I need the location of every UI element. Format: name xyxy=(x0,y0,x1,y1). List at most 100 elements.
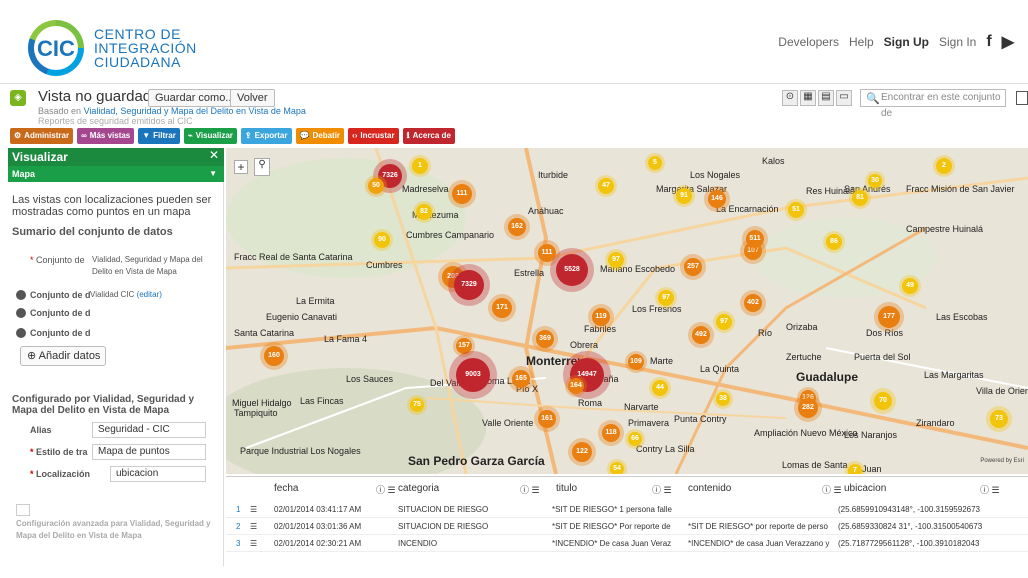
table-row[interactable]: 1 ☰ 02/01/2014 03:41:17 AM SITUACION DE RIE… xyxy=(226,501,1028,518)
help-link[interactable]: Help xyxy=(849,35,874,49)
page-view-icon[interactable]: ▭ xyxy=(836,90,852,106)
sign-in-link[interactable]: Sign In xyxy=(939,35,976,49)
map-cluster-marker[interactable]: 111 xyxy=(538,244,556,262)
alias-field[interactable]: Seguridad - CIC xyxy=(92,422,206,438)
close-icon[interactable]: ✕ xyxy=(209,148,219,162)
list-view-icon[interactable]: ▤ xyxy=(818,90,834,106)
map-cluster-marker[interactable]: 66 xyxy=(628,432,642,446)
map-cluster-marker[interactable]: 492 xyxy=(692,326,710,344)
remove-icon[interactable] xyxy=(16,308,26,318)
map-cluster-marker[interactable]: 70 xyxy=(874,392,892,410)
map-cluster-marker[interactable]: 54 xyxy=(610,462,624,474)
row-menu-icon[interactable]: ☰ xyxy=(250,535,262,552)
map-cluster-marker[interactable]: 282 xyxy=(798,398,818,418)
gallery-view-icon[interactable]: ⊙ xyxy=(782,90,798,106)
map-cluster-marker[interactable]: 97 xyxy=(716,314,732,330)
table-row[interactable]: 3 ☰ 02/01/2014 02:30:21 AM INCENDIO *INCENDI… xyxy=(226,535,1028,552)
col-fecha[interactable]: fecha xyxy=(274,483,298,494)
map-cluster-marker[interactable]: 511 xyxy=(746,230,764,248)
toolbar-button-2[interactable]: ▼ Filtrar xyxy=(138,128,180,144)
map-cluster-marker[interactable]: 165 xyxy=(512,370,530,388)
map-cluster-marker[interactable]: 82 xyxy=(416,204,432,220)
info-icon[interactable]: ⓘ ☰ xyxy=(822,483,842,496)
zoom-in-button[interactable]: + xyxy=(234,160,248,174)
map-cluster-marker[interactable]: 2 xyxy=(936,158,952,174)
map-cluster-marker[interactable]: 86 xyxy=(826,234,842,250)
info-icon[interactable]: ⓘ ☰ xyxy=(980,483,1000,496)
map-cluster-marker[interactable]: 118 xyxy=(602,424,620,442)
col-categoria[interactable]: categoria xyxy=(398,483,439,494)
toolbar-button-6[interactable]: ‹› Incrustar xyxy=(348,128,399,144)
toolbar-button-4[interactable]: ⇪ Exportar xyxy=(240,128,292,144)
chevron-down-icon[interactable]: ▼ xyxy=(209,169,217,178)
info-icon[interactable]: ⓘ ☰ xyxy=(652,483,672,496)
toolbar-button-7[interactable]: ℹ Acerca de xyxy=(402,128,455,144)
map-cluster-marker[interactable]: 90 xyxy=(374,232,390,248)
map-cluster-marker[interactable]: 73 xyxy=(990,410,1008,428)
map-cluster-marker[interactable]: 38 xyxy=(716,392,730,406)
developers-link[interactable]: Developers xyxy=(778,35,839,49)
map-cluster-marker[interactable]: 119 xyxy=(592,308,610,326)
table-row[interactable]: 2 ☰ 02/01/2014 03:01:36 AM SITUACION DE RIE… xyxy=(226,518,1028,535)
sign-up-link[interactable]: Sign Up xyxy=(884,35,929,49)
map-cluster-marker[interactable]: 30 xyxy=(868,174,882,188)
row-menu-icon[interactable]: ☰ xyxy=(250,518,262,535)
map-cluster-marker[interactable]: 47 xyxy=(598,178,614,194)
map-cluster-marker[interactable]: 1 xyxy=(412,158,428,174)
map-cluster-marker[interactable]: 50 xyxy=(368,178,384,194)
map-cluster-marker[interactable]: 157 xyxy=(456,338,472,354)
col-titulo[interactable]: titulo xyxy=(556,483,577,494)
twitter-icon[interactable]: ▶ xyxy=(1002,32,1014,52)
map-cluster-marker[interactable]: 9003 xyxy=(456,358,490,392)
row-menu-icon[interactable]: ☰ xyxy=(250,501,262,518)
search-input[interactable]: Encontrar en este conjunto de xyxy=(860,89,1006,119)
map-cluster-marker[interactable]: 97 xyxy=(608,252,624,268)
map-cluster-marker[interactable]: 160 xyxy=(264,346,284,366)
toolbar-button-5[interactable]: 💬 Debatir xyxy=(295,128,345,144)
map-cluster-marker[interactable]: 164 xyxy=(568,378,584,394)
map-cluster-marker[interactable]: 177 xyxy=(878,306,900,328)
map-cluster-marker[interactable]: 49 xyxy=(902,278,918,294)
add-data-button[interactable]: ⊕ Añadir datos xyxy=(20,346,106,366)
back-button[interactable]: Volver xyxy=(230,89,275,107)
remove-icon[interactable] xyxy=(16,290,26,300)
edit-link[interactable]: (editar) xyxy=(137,290,162,299)
grid-view-icon[interactable]: ▦ xyxy=(800,90,816,106)
map-type-selector[interactable]: Mapa xyxy=(8,166,224,182)
location-select[interactable]: ubicacion xyxy=(110,466,206,482)
map-cluster-marker[interactable]: 162 xyxy=(508,218,526,236)
map-cluster-marker[interactable]: 111 xyxy=(452,184,472,204)
map-cluster-marker[interactable]: 81 xyxy=(852,190,868,206)
col-ubicacion[interactable]: ubicacion xyxy=(844,483,886,494)
map-view[interactable]: Iturbide Madreselva Moctezuma Anáhuac Cumbre… xyxy=(226,148,1028,474)
map-cluster-marker[interactable]: 122 xyxy=(572,442,592,462)
map-cluster-marker[interactable]: 75 xyxy=(410,398,424,412)
toolbar-button-1[interactable]: ∞ Más vistas xyxy=(77,128,135,144)
map-cluster-marker[interactable]: 171 xyxy=(492,298,512,318)
map-cluster-marker[interactable]: 91 xyxy=(676,188,692,204)
save-as-button[interactable]: Guardar como... xyxy=(148,89,242,107)
info-icon[interactable]: ⓘ ☰ xyxy=(376,483,396,496)
col-contenido[interactable]: contenido xyxy=(688,483,731,494)
based-on-link[interactable]: Vialidad, Seguridad y Mapa del Delito en… xyxy=(84,106,306,116)
advanced-checkbox[interactable] xyxy=(16,504,30,516)
map-cluster-marker[interactable]: 51 xyxy=(788,202,804,218)
map-cluster-marker[interactable]: 44 xyxy=(652,380,668,396)
map-cluster-marker[interactable]: 5 xyxy=(648,156,662,170)
fullscreen-icon[interactable] xyxy=(1016,91,1028,105)
toolbar-button-0[interactable]: ⚙ Administrar xyxy=(10,128,74,144)
map-cluster-marker[interactable]: 257 xyxy=(684,258,702,276)
map-cluster-marker[interactable]: 7329 xyxy=(454,270,484,300)
facebook-icon[interactable]: f xyxy=(986,33,991,51)
toolbar-button-3[interactable]: ⌁ Visualizar xyxy=(183,128,237,144)
map-cluster-marker[interactable]: 402 xyxy=(744,294,762,312)
map-cluster-marker[interactable]: 5528 xyxy=(556,254,588,286)
map-cluster-marker[interactable]: 146 xyxy=(708,190,726,208)
map-cluster-marker[interactable]: 161 xyxy=(538,410,556,428)
info-icon[interactable]: ⓘ ☰ xyxy=(520,483,540,496)
style-select[interactable]: Mapa de puntos xyxy=(92,444,206,460)
map-cluster-marker[interactable]: 109 xyxy=(628,354,644,370)
map-cluster-marker[interactable]: 369 xyxy=(536,330,554,348)
map-cluster-marker[interactable]: 7 xyxy=(848,464,862,474)
locate-icon[interactable]: ⚲ xyxy=(254,158,270,176)
